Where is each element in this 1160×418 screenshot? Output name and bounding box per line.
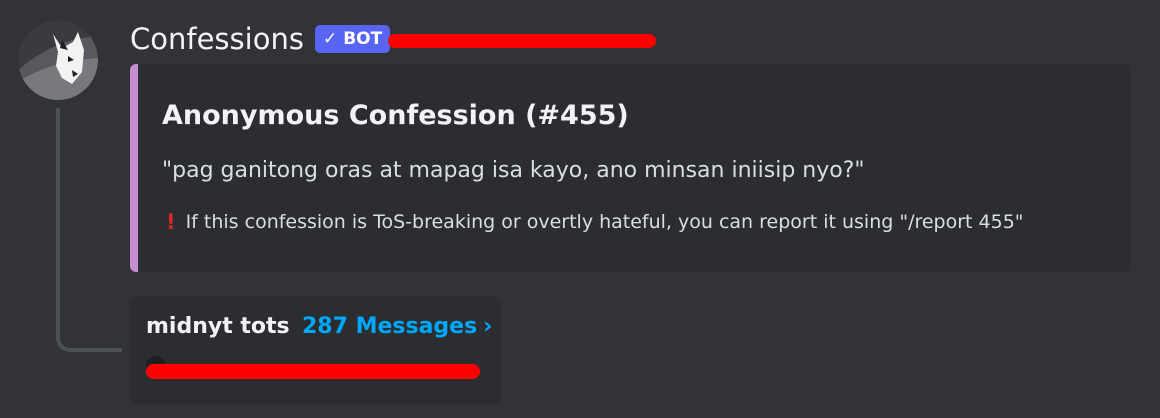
author-name[interactable]: Confessions — [130, 16, 304, 62]
thread-last-message-redaction — [146, 364, 480, 379]
exclamation-icon: ! — [166, 210, 176, 234]
embed-title: Anonymous Confession (#455) — [162, 100, 629, 131]
confession-embed: Anonymous Confession (#455) "pag ganiton… — [130, 64, 1131, 272]
thread-connector-line — [56, 108, 122, 352]
thread-message-count: 287 Messages — [302, 314, 478, 339]
timestamp-redaction — [388, 34, 656, 48]
message-header: Confessions ✓ BOT — [130, 16, 391, 62]
bot-tag: ✓ BOT — [314, 25, 391, 53]
embed-description: "pag ganitong oras at mapag isa kayo, an… — [162, 158, 865, 183]
thread-name[interactable]: midnyt tots — [146, 314, 290, 339]
report-notice-text: If this confession is ToS-breaking or ov… — [185, 211, 1024, 233]
bot-tag-label: BOT — [343, 29, 383, 49]
embed-report-notice: ! If this confession is ToS-breaking or … — [166, 210, 1024, 234]
chevron-right-icon: › — [483, 314, 493, 339]
embed-accent-bar — [130, 64, 138, 272]
thread-message-count-link[interactable]: 287 Messages › — [302, 314, 492, 339]
verified-check-icon: ✓ — [322, 29, 338, 49]
bot-avatar[interactable] — [18, 20, 98, 100]
fox-mask-avatar-icon — [18, 20, 98, 100]
thread-card[interactable]: midnyt tots 287 Messages › — [130, 296, 501, 404]
